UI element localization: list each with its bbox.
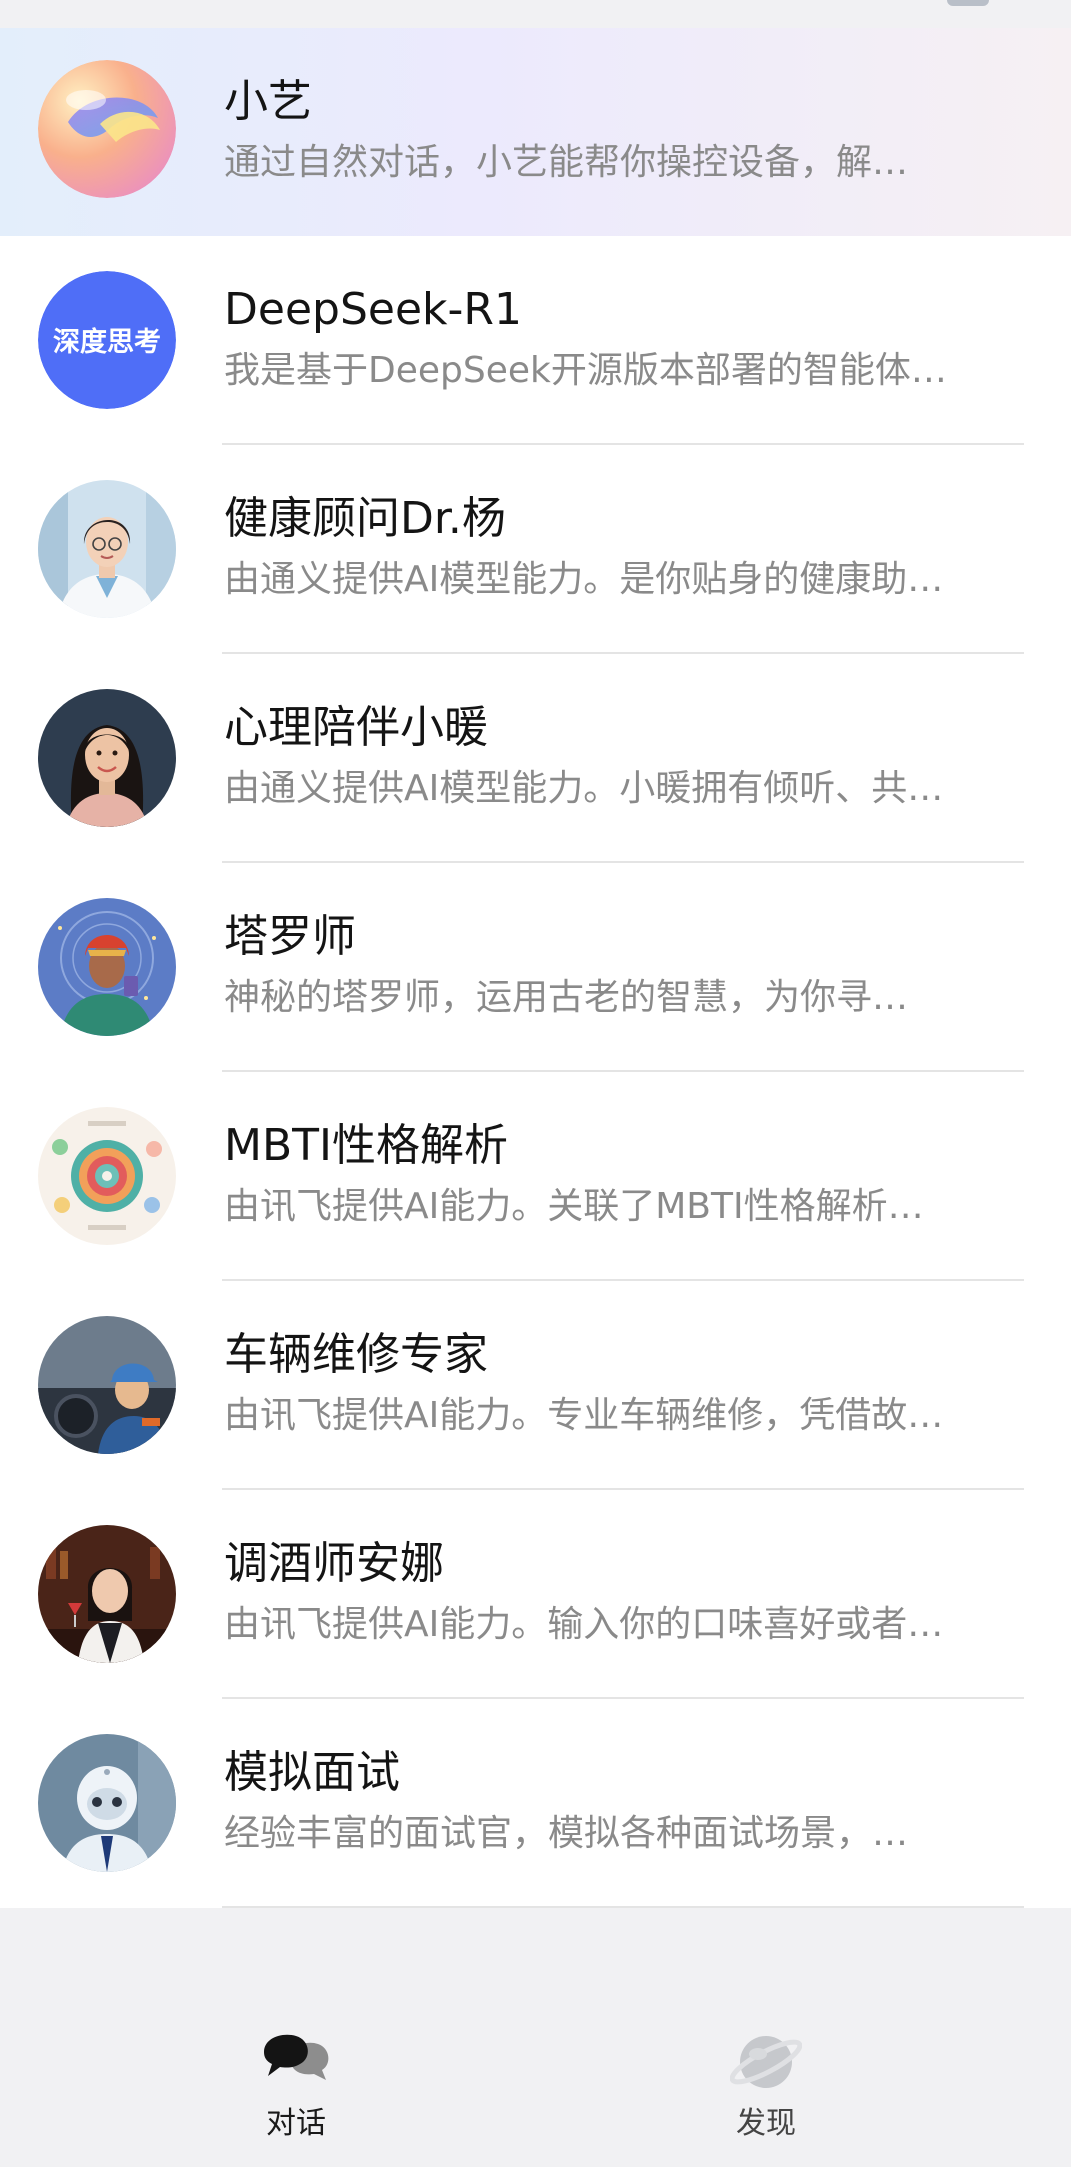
assistant-item-health[interactable]: 健康顾问Dr.杨 由通义提供AI模型能力。是你贴身的健康助… [0,445,1071,654]
assistant-description: 由讯飞提供AI能力。关联了MBTI性格解析… [224,1186,924,1227]
assistant-item-mechanic[interactable]: 车辆维修专家 由讯飞提供AI能力。专业车辆维修，凭借故… [0,1281,1071,1490]
assistant-name: 小艺 [224,76,312,127]
top-bar [0,0,1071,28]
assistant-item-deepseek[interactable]: 深度思考 DeepSeek-R1 我是基于DeepSeek开源版本部署的智能体… [0,236,1071,445]
assistant-description: 由讯飞提供AI能力。输入你的口味喜好或者… [224,1604,944,1645]
assistant-description: 由通义提供AI模型能力。小暖拥有倾听、共… [224,768,944,809]
tab-discover[interactable]: 发现 [696,2030,836,2144]
assistant-item-mbti[interactable]: MBTI性格解析 由讯飞提供AI能力。关联了MBTI性格解析… [0,1072,1071,1281]
bartender-avatar-icon [38,1525,176,1663]
assistant-name: 模拟面试 [224,1747,400,1798]
doctor-avatar-icon [38,480,176,618]
planet-icon [730,2036,802,2088]
assistant-item-psych[interactable]: 心理陪伴小暖 由通义提供AI模型能力。小暖拥有倾听、共… [0,654,1071,863]
tab-discover-label: 发现 [736,2106,796,2141]
robot-interviewer-avatar-icon [38,1734,176,1872]
assistant-item-bartender[interactable]: 调酒师安娜 由讯飞提供AI能力。输入你的口味喜好或者… [0,1490,1071,1699]
assistant-name: 调酒师安娜 [224,1538,444,1589]
deepseek-badge-icon: 深度思考 [38,271,176,409]
tab-chat[interactable]: 对话 [226,2030,366,2144]
assistant-name: 车辆维修专家 [224,1329,488,1380]
bottom-navigation: 对话 发现 [0,1908,1071,2167]
assistant-description: 通过自然对话，小艺能帮你操控设备，解… [224,142,909,183]
assistant-description: 经验丰富的面试官，模拟各种面试场景，… [224,1813,909,1854]
chat-bubbles-icon [264,2034,329,2080]
assistant-description: 神秘的塔罗师，运用古老的智慧，为你寻… [224,977,909,1018]
top-edge-peek [947,0,989,6]
xiaoyi-orb-icon [38,60,176,198]
assistant-description: 由讯飞提供AI能力。专业车辆维修，凭借故… [224,1395,944,1436]
tarot-avatar-icon [38,898,176,1036]
assistant-name: 健康顾问Dr.杨 [224,493,506,544]
counselor-avatar-icon [38,689,176,827]
assistant-name: 塔罗师 [224,911,356,962]
assistant-name: MBTI性格解析 [224,1120,509,1171]
assistant-list: 小艺 通过自然对话，小艺能帮你操控设备，解… 深度思考 DeepSeek-R1 … [0,28,1071,1908]
assistant-description: 我是基于DeepSeek开源版本部署的智能体… [224,350,947,391]
tab-chat-label: 对话 [266,2106,326,2141]
assistant-description: 由通义提供AI模型能力。是你贴身的健康助… [224,559,944,600]
assistant-name: DeepSeek-R1 [224,284,522,335]
assistant-item-interview[interactable]: 模拟面试 经验丰富的面试官，模拟各种面试场景，… [0,1699,1071,1908]
deepseek-badge-text: 深度思考 [53,326,161,358]
assistant-item-xiaoyi[interactable]: 小艺 通过自然对话，小艺能帮你操控设备，解… [0,28,1071,236]
assistant-item-tarot[interactable]: 塔罗师 神秘的塔罗师，运用古老的智慧，为你寻… [0,863,1071,1072]
mechanic-avatar-icon [38,1316,176,1454]
mbti-chart-avatar-icon [38,1107,176,1245]
assistant-name: 心理陪伴小暖 [224,702,488,753]
